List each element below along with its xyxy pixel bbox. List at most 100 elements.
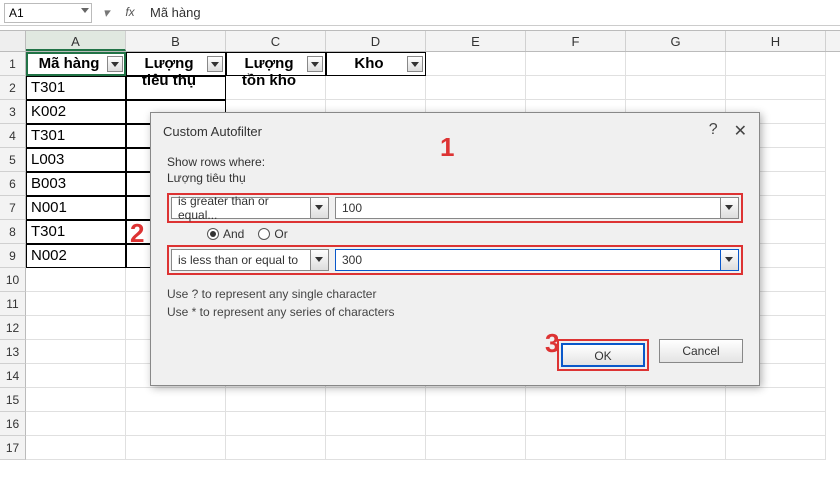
filter-icon[interactable] <box>107 56 123 72</box>
cell[interactable] <box>326 76 426 100</box>
cell[interactable] <box>126 412 226 436</box>
cell[interactable]: B003 <box>26 172 126 196</box>
cell[interactable]: L003 <box>26 148 126 172</box>
cell[interactable] <box>226 388 326 412</box>
cell[interactable] <box>126 76 226 100</box>
cell[interactable] <box>26 388 126 412</box>
dropdown-icon[interactable]: ▾ <box>98 5 114 21</box>
row-header[interactable]: 5 <box>0 148 26 172</box>
filter-icon[interactable] <box>407 56 423 72</box>
cell[interactable] <box>426 436 526 460</box>
cell[interactable] <box>726 52 826 76</box>
value-input-2[interactable]: 300 <box>335 249 739 271</box>
cell[interactable] <box>226 76 326 100</box>
cell[interactable]: T301 <box>26 220 126 244</box>
cell[interactable]: T301 <box>26 76 126 100</box>
cell[interactable] <box>526 436 626 460</box>
fx-icon[interactable]: fx <box>122 5 138 21</box>
cell[interactable] <box>226 436 326 460</box>
cell[interactable] <box>526 52 626 76</box>
close-icon[interactable]: ✕ <box>734 121 747 141</box>
row-header[interactable]: 4 <box>0 124 26 148</box>
cell[interactable] <box>26 316 126 340</box>
cell[interactable] <box>426 388 526 412</box>
cell[interactable] <box>326 412 426 436</box>
row-header[interactable]: 15 <box>0 388 26 412</box>
radio-or[interactable]: Or <box>258 227 287 241</box>
row-header[interactable]: 10 <box>0 268 26 292</box>
cell[interactable] <box>426 52 526 76</box>
cell[interactable] <box>626 436 726 460</box>
row-header[interactable]: 17 <box>0 436 26 460</box>
cell[interactable] <box>426 76 526 100</box>
col-header[interactable]: D <box>326 31 426 51</box>
cell[interactable] <box>126 436 226 460</box>
chevron-down-icon[interactable] <box>310 250 328 270</box>
cell[interactable] <box>626 388 726 412</box>
row-header[interactable]: 6 <box>0 172 26 196</box>
cell[interactable] <box>226 412 326 436</box>
cell-header[interactable]: Lượng tồn kho <box>226 52 326 76</box>
row-header[interactable]: 3 <box>0 100 26 124</box>
col-header[interactable]: E <box>426 31 526 51</box>
row-header[interactable]: 12 <box>0 316 26 340</box>
cell[interactable] <box>326 436 426 460</box>
filter-icon[interactable] <box>307 56 323 72</box>
name-box[interactable]: A1 <box>4 3 92 23</box>
cancel-button[interactable]: Cancel <box>659 339 743 363</box>
row-header[interactable]: 11 <box>0 292 26 316</box>
chevron-down-icon[interactable] <box>81 8 89 13</box>
cell-header[interactable]: Mã hàng <box>26 52 126 76</box>
cell[interactable] <box>126 388 226 412</box>
cell[interactable] <box>726 76 826 100</box>
chevron-down-icon[interactable] <box>720 250 738 270</box>
cell[interactable] <box>26 340 126 364</box>
cell[interactable] <box>26 364 126 388</box>
cell[interactable]: N002 <box>26 244 126 268</box>
row-header[interactable]: 9 <box>0 244 26 268</box>
col-header[interactable]: A <box>26 31 126 51</box>
cell[interactable] <box>526 388 626 412</box>
cell[interactable] <box>26 292 126 316</box>
operator-select-2[interactable]: is less than or equal to <box>171 249 329 271</box>
help-icon[interactable]: ? <box>709 121 718 141</box>
col-header[interactable]: F <box>526 31 626 51</box>
cell[interactable] <box>426 412 526 436</box>
cell[interactable] <box>26 436 126 460</box>
row-header[interactable]: 8 <box>0 220 26 244</box>
row-header[interactable]: 1 <box>0 52 26 76</box>
col-header[interactable]: B <box>126 31 226 51</box>
row-header[interactable]: 7 <box>0 196 26 220</box>
cell[interactable] <box>526 76 626 100</box>
ok-button[interactable]: OK <box>561 343 645 367</box>
operator-select-1[interactable]: is greater than or equal... <box>171 197 329 219</box>
row-header[interactable]: 2 <box>0 76 26 100</box>
cell[interactable] <box>326 388 426 412</box>
value-input-1[interactable]: 100 <box>335 197 739 219</box>
cell[interactable]: N001 <box>26 196 126 220</box>
radio-and[interactable]: And <box>207 227 244 241</box>
row-header[interactable]: 14 <box>0 364 26 388</box>
chevron-down-icon[interactable] <box>310 198 328 218</box>
cell[interactable] <box>726 388 826 412</box>
cell[interactable] <box>26 268 126 292</box>
col-header[interactable]: H <box>726 31 826 51</box>
select-all-corner[interactable] <box>0 31 26 51</box>
chevron-down-icon[interactable] <box>720 198 738 218</box>
cell-header[interactable]: Lượng tiêu thụ <box>126 52 226 76</box>
formula-input[interactable]: Mã hàng <box>144 5 836 20</box>
cell[interactable]: K002 <box>26 100 126 124</box>
cell[interactable] <box>526 412 626 436</box>
row-header[interactable]: 16 <box>0 412 26 436</box>
cell[interactable] <box>726 412 826 436</box>
cell[interactable] <box>626 52 726 76</box>
filter-icon[interactable] <box>207 56 223 72</box>
cell[interactable] <box>26 412 126 436</box>
cell[interactable] <box>726 436 826 460</box>
cell[interactable] <box>626 412 726 436</box>
cell-header[interactable]: Kho <box>326 52 426 76</box>
col-header[interactable]: G <box>626 31 726 51</box>
dialog-titlebar[interactable]: Custom Autofilter ? ✕ <box>151 113 759 149</box>
cell[interactable] <box>626 76 726 100</box>
col-header[interactable]: C <box>226 31 326 51</box>
